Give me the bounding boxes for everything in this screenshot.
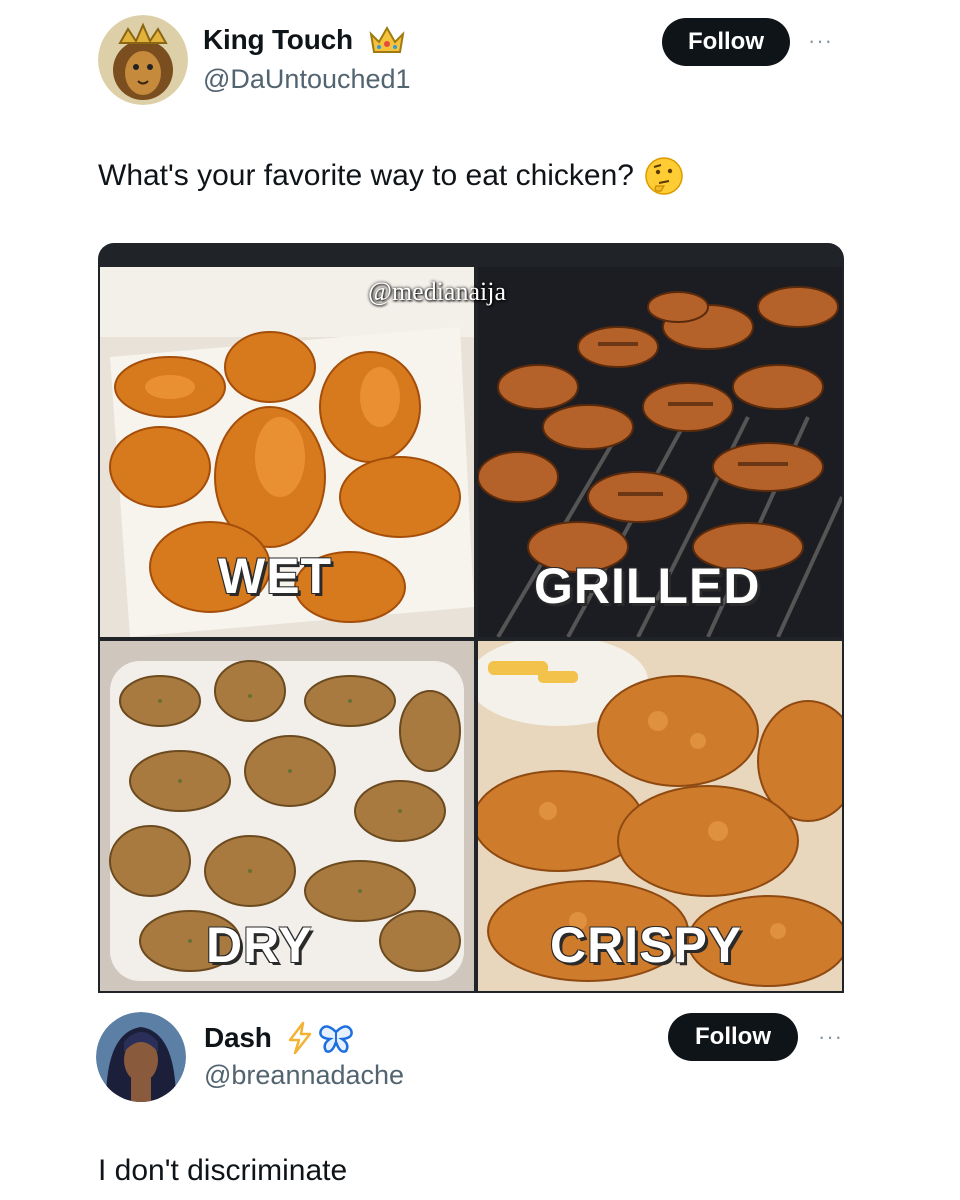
author-name[interactable]: King Touch (203, 24, 353, 56)
author-handle[interactable]: @DaUntouched1 (203, 64, 411, 95)
author-avatar[interactable] (98, 15, 188, 105)
quadrant-label-dry: DRY (206, 917, 313, 973)
reply-author-name[interactable]: Dash (204, 1022, 272, 1054)
quadrant-label-grilled: GRILLED (534, 558, 761, 614)
lightning-icon (286, 1021, 314, 1055)
image-watermark: @medianaija (368, 277, 506, 306)
reply-more-options-icon[interactable]: ··· (818, 1024, 843, 1050)
reply-follow-button[interactable]: Follow (668, 1013, 798, 1061)
quadrant-label-wet: WET (218, 548, 333, 604)
tweet-text: What's your favorite way to eat chicken? (98, 156, 684, 196)
reply-avatar[interactable] (96, 1012, 186, 1102)
butterfly-icon (318, 1024, 354, 1054)
crown-icon (368, 24, 406, 56)
follow-button[interactable]: Follow (662, 18, 790, 66)
tweet-text-body: What's your favorite way to eat chicken? (98, 159, 634, 192)
more-options-icon[interactable]: ··· (808, 28, 833, 54)
quadrant-label-crispy: CRISPY (550, 917, 743, 973)
tweet-image[interactable]: WET GRILLED DRY CRISPY @medianaija (98, 243, 844, 993)
thinking-face-icon (644, 156, 684, 196)
reply-author-handle[interactable]: @breannadache (204, 1060, 404, 1091)
reply-text: I don't discriminate (98, 1154, 348, 1187)
